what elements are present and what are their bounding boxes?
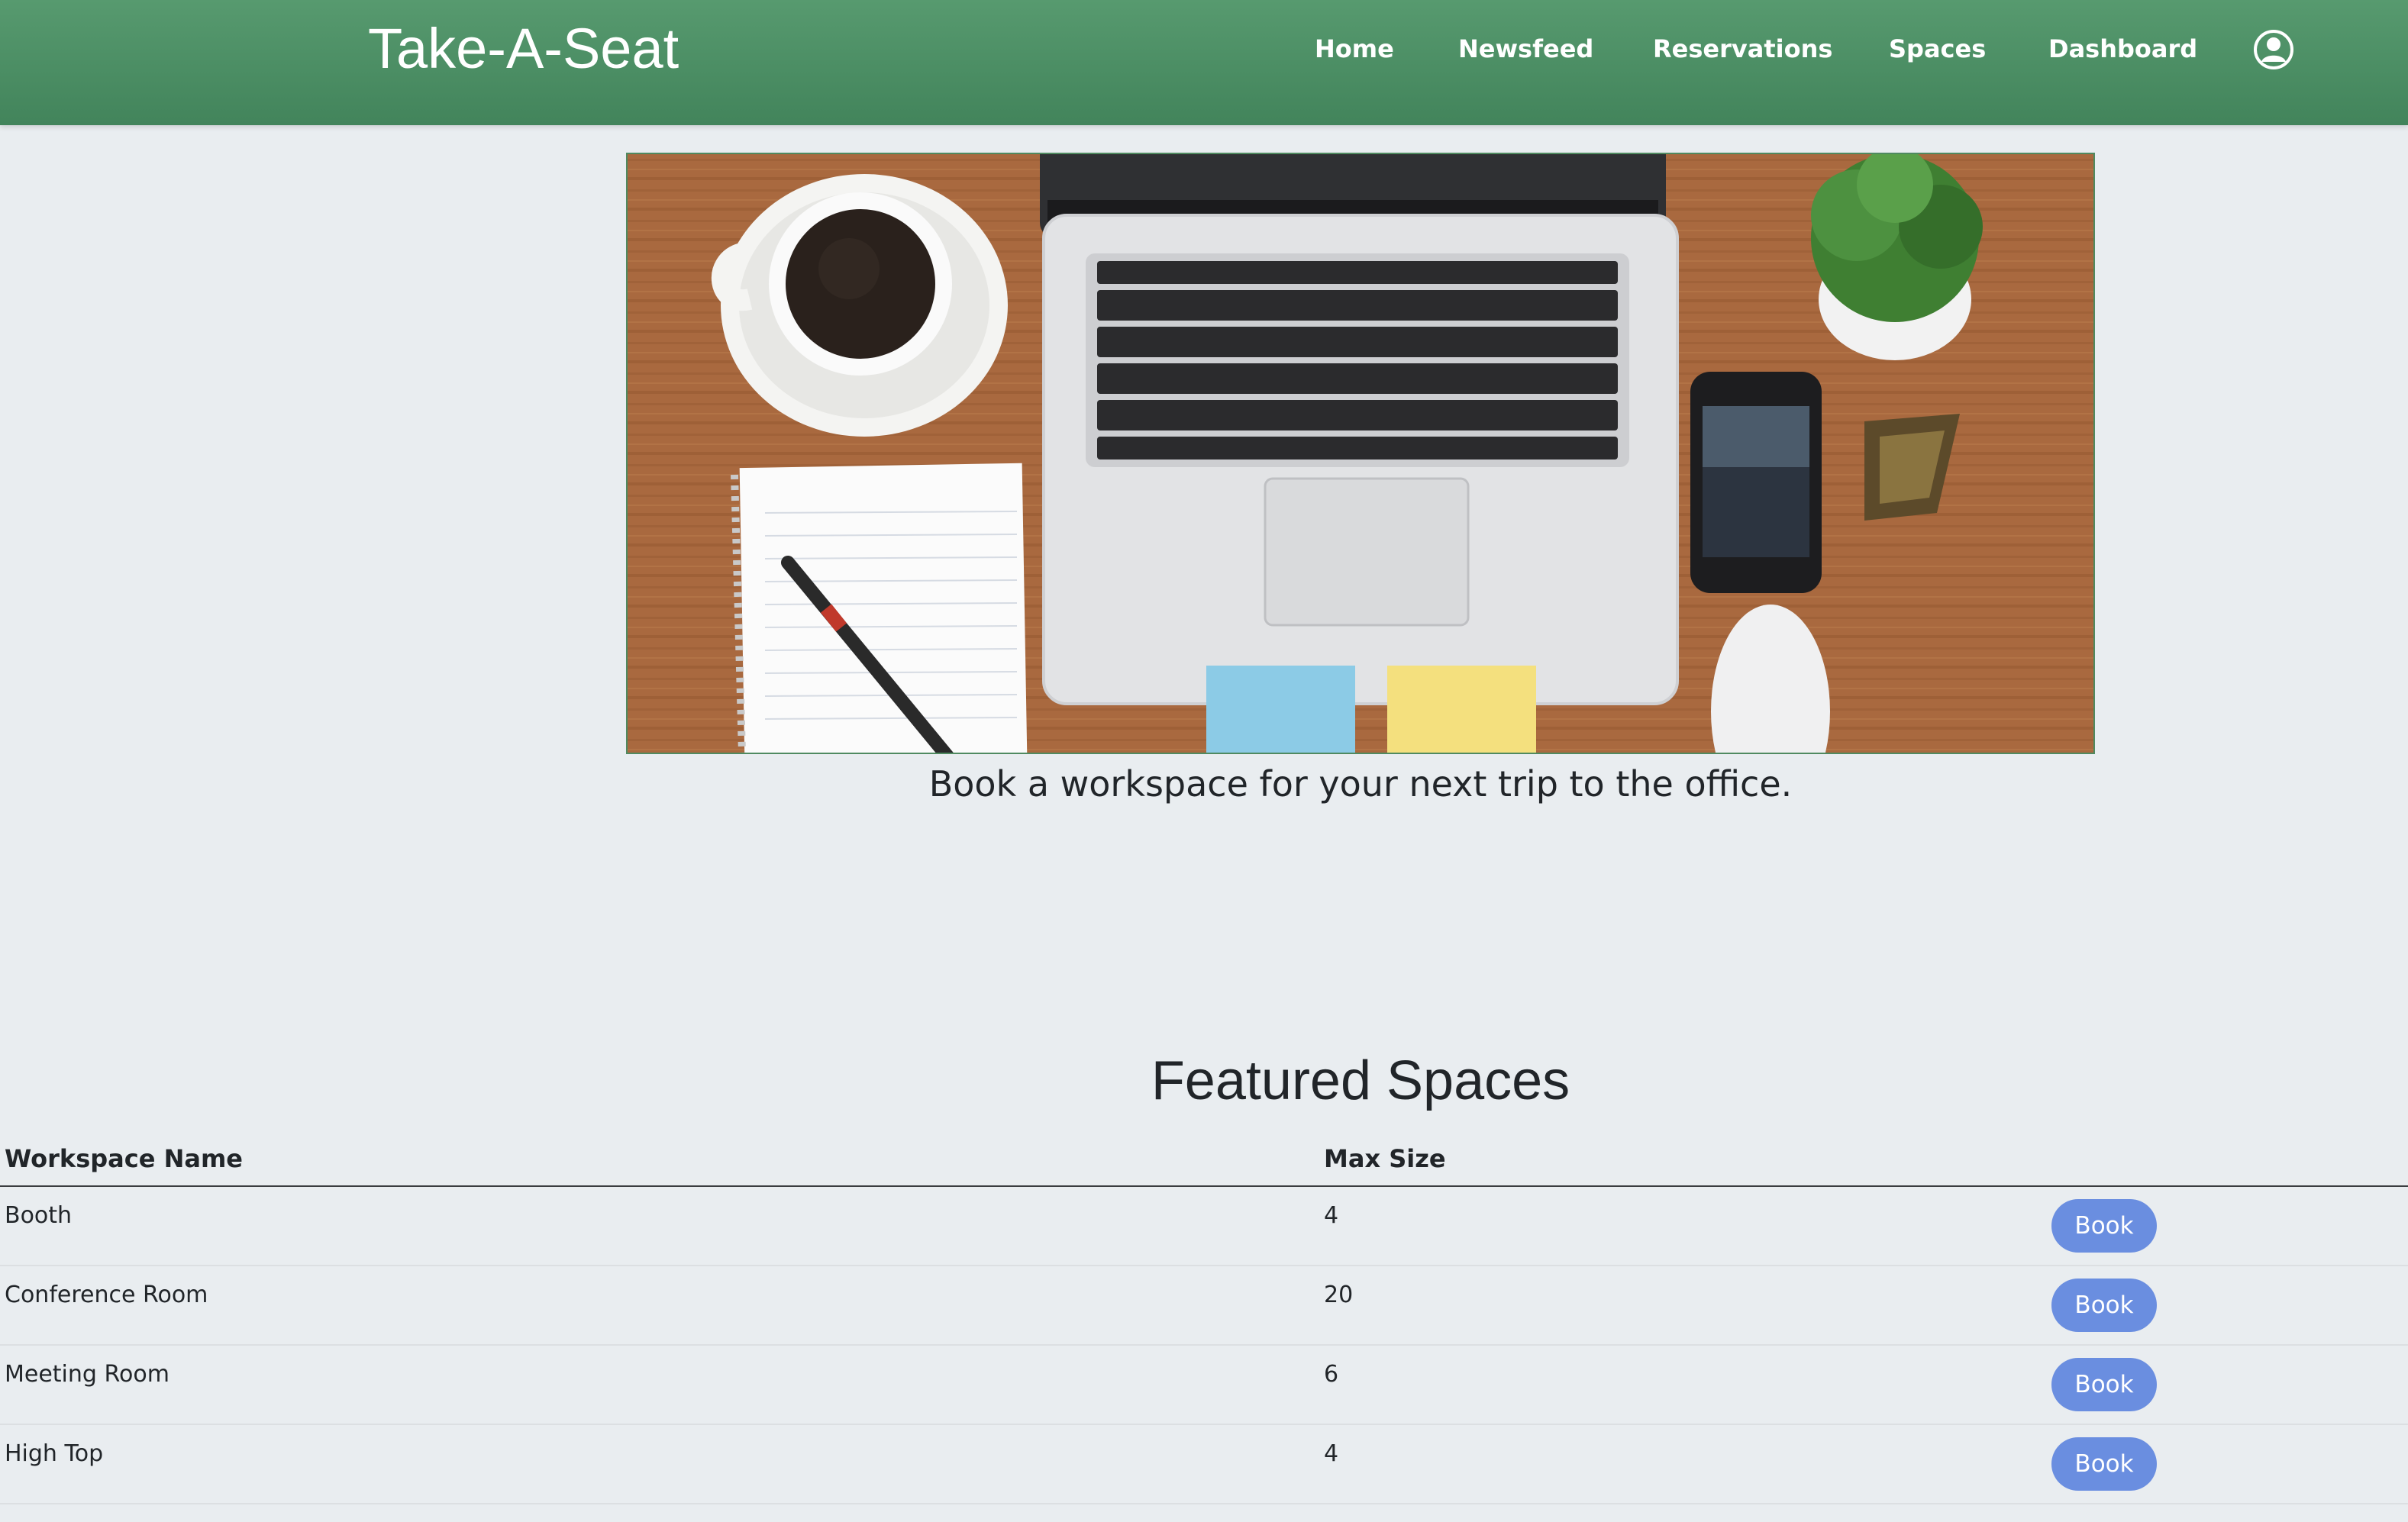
nav-newsfeed[interactable]: Newsfeed xyxy=(1458,31,1593,67)
nav-home[interactable]: Home xyxy=(1315,31,1394,67)
workspace-name-cell: Conference Room xyxy=(5,1282,208,1308)
top-navbar: Take-A-Seat Home Newsfeed Reservations S… xyxy=(0,0,2408,125)
nav-reservations[interactable]: Reservations xyxy=(1653,31,1832,67)
workspace-name-cell: Booth xyxy=(5,1202,73,1229)
phone-icon xyxy=(1690,372,1822,593)
nav-dashboard[interactable]: Dashboard xyxy=(2048,31,2197,67)
book-button[interactable]: Book xyxy=(2051,1437,2157,1491)
laptop-icon xyxy=(1040,154,1679,705)
max-size-cell: 4 xyxy=(1324,1202,1339,1229)
nav-spaces[interactable]: Spaces xyxy=(1889,31,1986,67)
table-row: Meeting Room 6 Book xyxy=(0,1346,2408,1425)
blue-sticky-note-icon xyxy=(1206,666,1355,753)
workspace-name-cell: High Top xyxy=(5,1440,104,1467)
max-size-cell: 4 xyxy=(1324,1440,1339,1467)
user-circle-icon[interactable] xyxy=(2253,29,2294,70)
table-row: Conference Room 20 Book xyxy=(0,1266,2408,1346)
hero-desk-image xyxy=(626,153,2095,754)
table-row: Booth 4 Book xyxy=(0,1187,2408,1266)
book-button[interactable]: Book xyxy=(2051,1199,2157,1253)
table-row: High Top 4 Book xyxy=(0,1425,2408,1504)
workspace-name-cell: Meeting Room xyxy=(5,1361,169,1388)
notebook-icon xyxy=(731,463,1028,753)
coffee-cup-icon xyxy=(711,174,1008,437)
book-button[interactable]: Book xyxy=(2051,1358,2157,1411)
plant-icon xyxy=(1811,154,1983,360)
max-size-cell: 6 xyxy=(1324,1361,1339,1388)
column-header-workspace-name: Workspace Name xyxy=(5,1144,243,1173)
yellow-sticky-note-icon xyxy=(1387,666,1536,753)
brand-logo[interactable]: Take-A-Seat xyxy=(368,14,679,84)
max-size-cell: 20 xyxy=(1324,1282,1354,1308)
book-button[interactable]: Book xyxy=(2051,1279,2157,1332)
hero-tagline: Book a workspace for your next trip to t… xyxy=(928,763,1793,805)
featured-spaces-title: Featured Spaces xyxy=(1151,1050,1570,1111)
column-header-max-size: Max Size xyxy=(1324,1144,1446,1173)
